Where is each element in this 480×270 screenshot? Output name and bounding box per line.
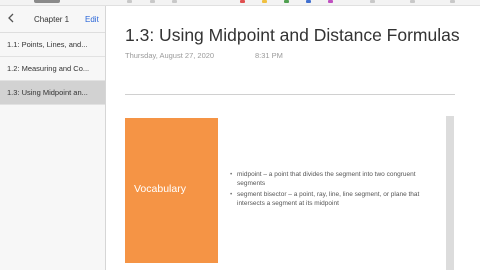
page-item-1-2[interactable]: 1.2: Measuring and Co... — [0, 57, 105, 81]
vocabulary-item-text: midpoint – a point that divides the segm… — [237, 171, 416, 187]
pen-blue-icon[interactable] — [306, 0, 311, 3]
pen-green-icon[interactable] — [284, 0, 289, 3]
vocabulary-item[interactable]: • segment bisector – a point, ray, line, … — [230, 191, 430, 208]
page-title[interactable]: 1.3: Using Midpoint and Distance Formula… — [125, 25, 460, 46]
divider — [125, 94, 455, 95]
page-item-label: 1.3: Using Midpoint an... — [7, 88, 88, 97]
pen-purple-icon[interactable] — [328, 0, 333, 3]
toolbar-icon[interactable] — [150, 0, 155, 3]
vocabulary-card: Vocabulary — [125, 118, 218, 263]
vocabulary-item[interactable]: • midpoint – a point that divides the seg… — [230, 171, 430, 188]
sidebar-header: Chapter 1 Edit — [0, 6, 105, 33]
page-item-label: 1.2: Measuring and Co... — [7, 64, 90, 73]
chevron-left-icon[interactable] — [6, 12, 16, 24]
pen-yellow-icon[interactable] — [262, 0, 267, 3]
toolbar-icon[interactable] — [410, 0, 415, 3]
page-item-1-3[interactable]: 1.3: Using Midpoint an... — [0, 81, 105, 105]
vocabulary-list: • midpoint – a point that divides the seg… — [230, 171, 430, 211]
onenote-window: Chapter 1 Edit 1.1: Points, Lines, and..… — [0, 0, 480, 270]
bullet-icon: • — [230, 171, 233, 178]
vocabulary-title: Vocabulary — [134, 183, 186, 195]
edit-button[interactable]: Edit — [85, 15, 99, 24]
page-date: Thursday, August 27, 2020 — [125, 51, 215, 60]
toolbar-icon[interactable] — [370, 0, 375, 3]
toolbar-tab[interactable] — [34, 0, 60, 3]
toolbar-icon[interactable] — [172, 0, 177, 3]
scrollbar[interactable] — [446, 116, 454, 270]
page-item-label: 1.1: Points, Lines, and... — [7, 40, 88, 49]
toolbar-icon[interactable] — [127, 0, 132, 3]
page-time: 8:31 PM — [255, 51, 283, 60]
bullet-icon: • — [230, 191, 233, 198]
vocabulary-item-text: segment bisector – a point, ray, line, l… — [237, 191, 420, 207]
page-item-1-1[interactable]: 1.1: Points, Lines, and... — [0, 33, 105, 57]
section-title: Chapter 1 — [34, 15, 70, 24]
pen-red-icon[interactable] — [240, 0, 245, 3]
toolbar-icon[interactable] — [450, 0, 455, 3]
page-list-sidebar: Chapter 1 Edit 1.1: Points, Lines, and..… — [0, 6, 106, 270]
